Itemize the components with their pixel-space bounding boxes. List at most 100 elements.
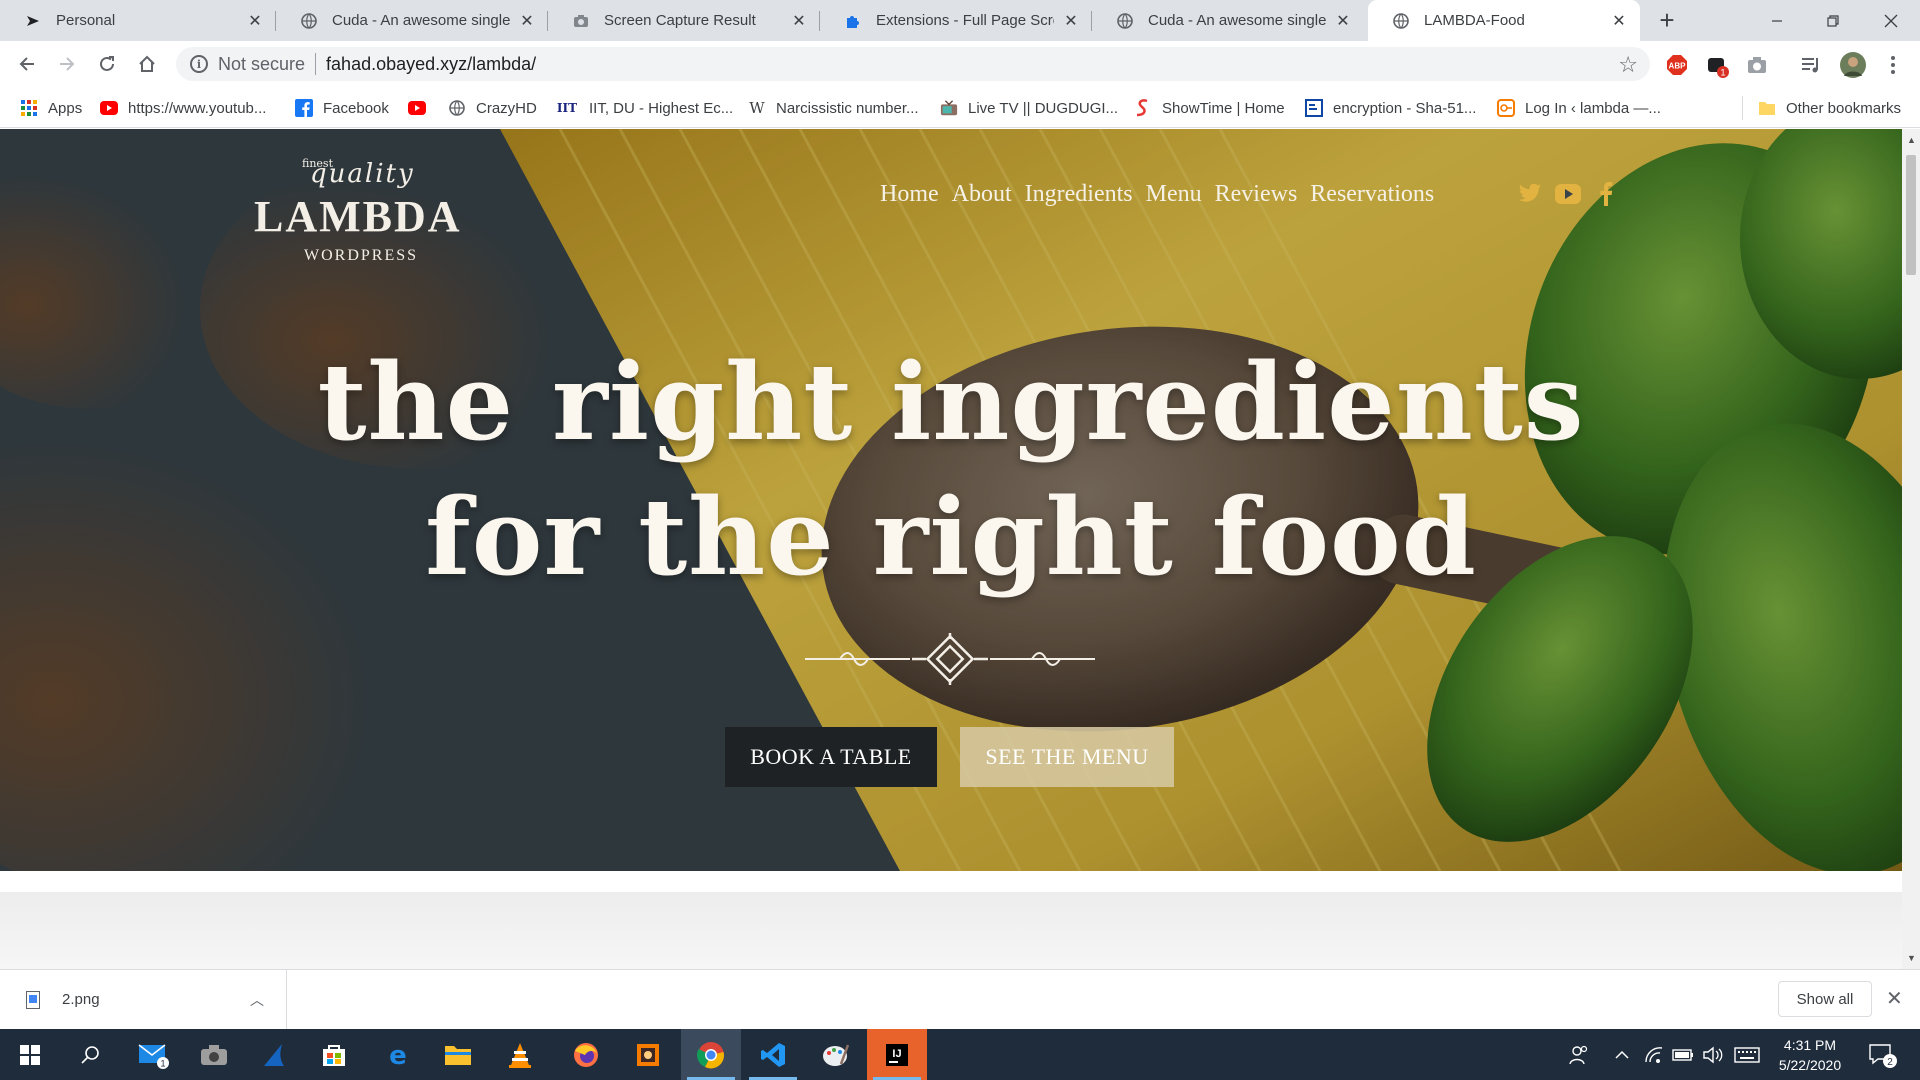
start-button[interactable] <box>0 1029 60 1080</box>
nav-home[interactable]: Home <box>880 181 939 208</box>
taskbar-sublime[interactable] <box>618 1029 678 1080</box>
tab-cuda-2[interactable]: Cuda - An awesome single p ✕ <box>1092 0 1364 41</box>
url-text[interactable]: fahad.obayed.xyz/lambda/ <box>326 54 536 75</box>
intellij-icon: IJ <box>886 1043 908 1066</box>
chevron-up-icon[interactable]: ︿ <box>250 990 264 1010</box>
bookmark-label: Facebook <box>323 99 389 117</box>
window-close-button[interactable] <box>1866 0 1916 41</box>
bookmark-youtube-link[interactable]: https://www.youtub... <box>100 96 266 120</box>
people-icon[interactable] <box>1568 1029 1590 1080</box>
bookmark-label: Apps <box>48 99 83 117</box>
bookmark-apps[interactable]: Apps <box>20 96 82 120</box>
nav-menu[interactable]: Menu <box>1146 181 1202 208</box>
back-button[interactable] <box>12 49 42 79</box>
bookmark-crazyhd[interactable]: CrazyHD <box>448 96 537 120</box>
taskbar-file-explorer[interactable] <box>428 1029 488 1080</box>
scroll-down-icon[interactable]: ▼ <box>1907 953 1916 963</box>
home-button[interactable] <box>132 49 162 79</box>
chevron-up-icon[interactable] <box>1614 1029 1630 1080</box>
close-icon[interactable]: ✕ <box>518 12 536 30</box>
taskbar-mail[interactable]: 1 <box>124 1029 184 1080</box>
page-scrollbar[interactable]: ▲ ▼ <box>1902 129 1920 969</box>
bookmark-youtube[interactable] <box>408 96 436 120</box>
download-item[interactable]: 2.png ︿ <box>0 970 287 1029</box>
nav-ingredients[interactable]: Ingredients <box>1025 181 1133 208</box>
youtube-icon[interactable] <box>1555 181 1581 207</box>
tab-title: Cuda - An awesome single p <box>332 12 510 29</box>
bookmark-login-lambda[interactable]: Log In ‹ lambda —... <box>1497 96 1661 120</box>
forward-button[interactable] <box>52 49 82 79</box>
camera-ext-icon[interactable] <box>1746 54 1768 76</box>
taskbar-intellij[interactable]: IJ <box>867 1029 927 1080</box>
new-tab-button[interactable]: + <box>1652 6 1682 36</box>
camera-icon <box>201 1044 227 1065</box>
notification-badge: 1 <box>1720 68 1725 78</box>
tab-extensions[interactable]: Extensions - Full Page Screen ✕ <box>820 0 1092 41</box>
close-icon[interactable]: ✕ <box>1610 12 1628 30</box>
scroll-up-icon[interactable]: ▲ <box>1907 135 1916 145</box>
facebook-icon[interactable] <box>1593 181 1619 207</box>
taskbar-chrome[interactable] <box>681 1029 741 1080</box>
see-menu-button[interactable]: SEE THE MENU <box>960 727 1174 787</box>
show-all-button[interactable]: Show all <box>1778 981 1872 1017</box>
taskbar-edge[interactable]: e <box>368 1029 428 1080</box>
twitter-icon[interactable] <box>1517 181 1543 207</box>
tab-lambda-food[interactable]: LAMBDA-Food ✕ <box>1368 0 1640 41</box>
other-bookmarks[interactable]: Other bookmarks <box>1758 96 1901 120</box>
media-control-icon[interactable] <box>1800 54 1822 76</box>
site-logo[interactable]: finest quality LAMBDA WORDPRESS <box>240 149 470 264</box>
restore-button[interactable] <box>1808 0 1858 41</box>
bookmark-narcissistic[interactable]: W Narcissistic number... <box>748 96 918 120</box>
battery-icon[interactable] <box>1672 1029 1694 1080</box>
bookmark-label: Log In ‹ lambda —... <box>1525 99 1661 117</box>
tab-screen-capture[interactable]: Screen Capture Result ✕ <box>548 0 820 41</box>
taskbar-store[interactable] <box>304 1029 364 1080</box>
avatar[interactable] <box>1840 52 1866 78</box>
scrollbar-thumb[interactable] <box>1906 155 1916 275</box>
taskbar-vlc[interactable] <box>490 1029 550 1080</box>
bookmark-live-tv[interactable]: Live TV || DUGDUGI... <box>940 96 1118 120</box>
taskbar-clock[interactable]: 4:31 PM 5/22/2020 <box>1760 1035 1860 1075</box>
search-button[interactable] <box>60 1029 120 1080</box>
home-icon <box>139 55 155 72</box>
bookmark-iit-du[interactable]: IIT IIT, DU - Highest Ec... <box>555 96 733 120</box>
nav-reviews[interactable]: Reviews <box>1215 181 1298 208</box>
close-icon[interactable]: ✕ <box>1886 986 1903 1011</box>
volume-icon[interactable] <box>1702 1029 1724 1080</box>
notification-icon[interactable]: 1 <box>1706 54 1729 78</box>
taskbar-vscode[interactable] <box>743 1029 803 1080</box>
action-center-icon[interactable]: 2 <box>1868 1029 1898 1080</box>
taskbar-mathematica[interactable] <box>244 1029 304 1080</box>
bookmark-star-icon[interactable]: ☆ <box>1618 52 1638 78</box>
nav-about[interactable]: About <box>952 181 1012 208</box>
bookmark-encryption[interactable]: encryption - Sha-51... <box>1305 96 1476 120</box>
wifi-icon[interactable] <box>1644 1029 1664 1080</box>
minimize-button[interactable] <box>1752 0 1802 41</box>
youtube-icon <box>408 99 426 117</box>
taskbar-firefox[interactable] <box>556 1029 616 1080</box>
tab-personal[interactable]: Personal ✕ <box>0 0 276 41</box>
close-icon[interactable]: ✕ <box>1062 12 1080 30</box>
bookmark-facebook[interactable]: Facebook <box>295 96 389 120</box>
reload-button[interactable] <box>92 49 122 79</box>
facebook-icon <box>295 99 313 117</box>
taskbar-camera[interactable] <box>184 1029 244 1080</box>
tab-title: Screen Capture Result <box>604 12 756 29</box>
menu-dots-icon[interactable] <box>1882 54 1904 76</box>
apps-grid-icon <box>20 99 38 117</box>
store-icon <box>323 1044 345 1066</box>
book-table-button[interactable]: BOOK A TABLE <box>725 727 937 787</box>
close-icon[interactable]: ✕ <box>246 12 264 30</box>
close-icon[interactable]: ✕ <box>1334 12 1352 30</box>
tab-title: Cuda - An awesome single p <box>1148 12 1326 29</box>
address-bar[interactable]: i Not secure fahad.obayed.xyz/lambda/ ☆ <box>176 47 1650 81</box>
info-icon[interactable]: i <box>190 55 208 73</box>
bookmark-showtime[interactable]: ShowTime | Home <box>1134 96 1285 120</box>
abp-icon[interactable]: ABP <box>1666 54 1688 76</box>
close-icon[interactable]: ✕ <box>790 12 808 30</box>
nav-reservations[interactable]: Reservations <box>1310 181 1434 208</box>
globe-icon <box>1392 12 1410 30</box>
taskbar-paint[interactable] <box>805 1029 865 1080</box>
tab-cuda-1[interactable]: Cuda - An awesome single p ✕ <box>276 0 548 41</box>
keyboard-icon[interactable] <box>1734 1029 1760 1080</box>
